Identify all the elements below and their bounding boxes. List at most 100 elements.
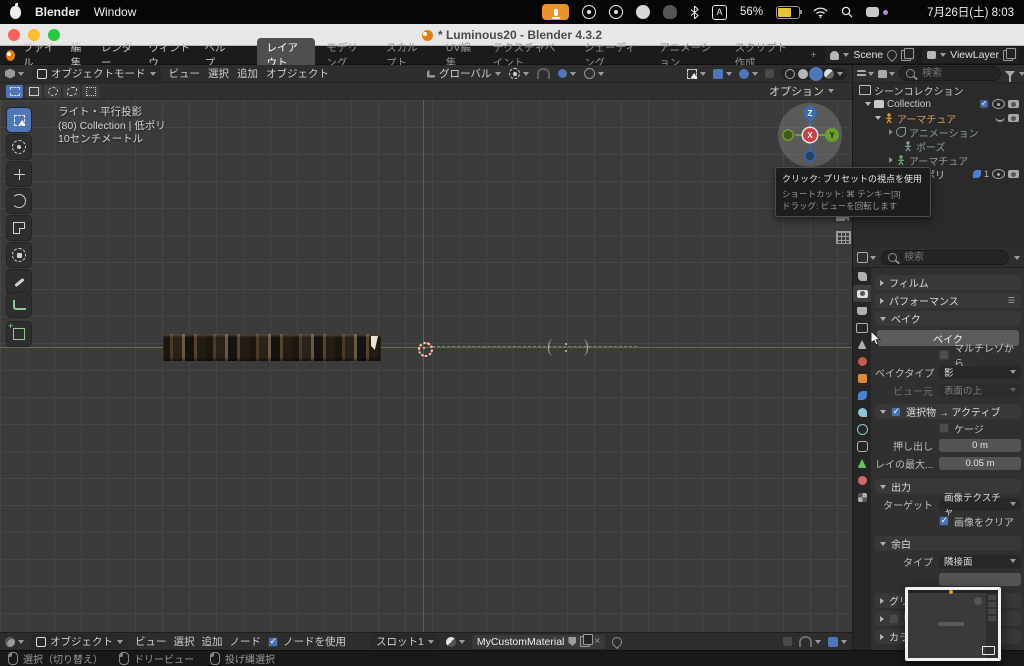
preset-list-icon[interactable]: ☰: [1008, 296, 1016, 305]
hide-eye-icon[interactable]: [992, 99, 1005, 109]
gizmo-y-axis[interactable]: Y: [825, 128, 839, 142]
clear-image-checkbox[interactable]: [939, 515, 949, 526]
render-visibility-icon[interactable]: [1008, 100, 1019, 108]
tab-object[interactable]: [853, 370, 871, 387]
gizmo-x-axis[interactable]: X: [803, 128, 817, 142]
menu-window[interactable]: Window: [94, 5, 137, 19]
collapse-icon[interactable]: [889, 157, 893, 163]
menu-add[interactable]: 追加: [237, 66, 258, 81]
node-snapping-dropdown[interactable]: [799, 636, 821, 647]
tab-object-data[interactable]: [853, 455, 871, 472]
select-mode-lasso-button[interactable]: [63, 84, 80, 98]
mode-dropdown[interactable]: オブジェクトモード: [32, 66, 161, 81]
tool-add-cube[interactable]: [7, 321, 31, 346]
outliner-row-armature[interactable]: アーマチュア: [853, 111, 1024, 126]
status-icon-1[interactable]: [582, 5, 597, 19]
tab-constraints[interactable]: [853, 438, 871, 455]
render-preview-toggle[interactable]: [765, 69, 774, 78]
margin-type-dropdown[interactable]: 隣接面: [939, 554, 1021, 568]
snap-toggle-icon[interactable]: [537, 68, 551, 79]
scene-selector[interactable]: Scene: [825, 47, 917, 63]
screen-share-preview-window[interactable]: [905, 587, 1001, 661]
expand-icon[interactable]: [875, 116, 881, 120]
properties-search[interactable]: [881, 250, 1009, 265]
unpin-icon[interactable]: [885, 47, 900, 63]
tab-modifiers[interactable]: [853, 387, 871, 404]
properties-editor-type[interactable]: [857, 252, 876, 263]
menu-select[interactable]: 選択: [174, 634, 195, 649]
cage-checkbox[interactable]: [939, 423, 949, 433]
view-layer-name[interactable]: ViewLayer: [950, 49, 999, 61]
max-ray-slider[interactable]: 0.05 m: [939, 456, 1021, 470]
use-nodes-checkbox[interactable]: [268, 636, 278, 647]
tool-transform[interactable]: [7, 243, 31, 267]
new-view-layer-icon[interactable]: [1003, 47, 1016, 61]
gizmo-z-axis[interactable]: Z: [803, 106, 817, 120]
xray-toggle[interactable]: [739, 68, 758, 79]
transform-orientation-dropdown[interactable]: グローバル: [427, 66, 502, 81]
select-mode-box-button[interactable]: [25, 84, 42, 98]
menu-node[interactable]: ノード: [230, 634, 262, 649]
render-visibility-icon[interactable]: [1008, 170, 1019, 178]
shading-wireframe-button[interactable]: [785, 68, 795, 79]
outliner-scope-dropdown[interactable]: [878, 69, 895, 78]
navigation-gizmo[interactable]: Z Y X: [778, 103, 842, 167]
material-name-field[interactable]: MyCustomMaterial ×: [471, 634, 606, 649]
tab-render[interactable]: [853, 285, 871, 302]
app-menu-blender[interactable]: Blender: [35, 5, 80, 19]
view-layer-selector[interactable]: ViewLayer: [922, 47, 1018, 63]
tool-measure[interactable]: [7, 293, 31, 317]
select-mode-circle-button[interactable]: [44, 84, 61, 98]
tool-rotate[interactable]: [7, 189, 31, 213]
screen-mirroring-icon[interactable]: [866, 7, 880, 17]
select-mode-tweak-button[interactable]: [6, 84, 23, 98]
collection-checkbox[interactable]: [979, 99, 989, 109]
show-overlays-dropdown[interactable]: [713, 68, 732, 79]
outliner-search[interactable]: [899, 66, 1001, 81]
node-overlays-dropdown[interactable]: [828, 636, 847, 647]
render-visibility-icon[interactable]: [1008, 114, 1019, 122]
bake-type-dropdown[interactable]: 影: [939, 365, 1021, 379]
menu-select[interactable]: 選択: [208, 66, 229, 81]
use-nodes-toggle[interactable]: ノードを使用: [268, 634, 346, 649]
panel-film[interactable]: フィルム: [875, 275, 1021, 290]
mesh-object-lowpoly[interactable]: [163, 334, 381, 361]
menu-view[interactable]: ビュー: [169, 66, 201, 81]
filter-icon[interactable]: [1005, 70, 1015, 82]
cage-checkbox-row[interactable]: ケージ: [939, 421, 1021, 436]
input-source-indicator[interactable]: A: [712, 4, 728, 20]
slot-dropdown[interactable]: スロット1: [371, 634, 439, 649]
hidden-eye-icon[interactable]: [995, 115, 1005, 122]
bluetooth-icon[interactable]: [690, 5, 699, 19]
outliner-row-armature-data[interactable]: アーマチュア: [853, 153, 1024, 168]
selected-to-active-checkbox[interactable]: [891, 406, 901, 417]
tab-material[interactable]: [853, 472, 871, 489]
tool-cursor[interactable]: [7, 135, 31, 159]
select-mode-extra-button[interactable]: [82, 84, 99, 98]
siri-icon[interactable]: [901, 6, 914, 19]
tab-particles[interactable]: [853, 404, 871, 421]
gizmo-y-negative[interactable]: [782, 129, 794, 141]
outliner-display-mode[interactable]: [857, 69, 874, 78]
outliner-row-scene-collection[interactable]: シーンコレクション: [853, 83, 1024, 98]
panel-performance[interactable]: パフォーマンス ☰: [875, 293, 1021, 308]
outliner-row-animation[interactable]: アニメーション: [853, 125, 1024, 140]
battery-icon[interactable]: [776, 5, 803, 19]
status-icon-2[interactable]: [609, 5, 624, 19]
gizmo-z-negative[interactable]: [804, 150, 816, 162]
unlink-material-icon[interactable]: ×: [594, 636, 600, 647]
hide-eye-icon[interactable]: [992, 169, 1005, 179]
shader-type-dropdown[interactable]: オブジェクト: [31, 634, 128, 649]
outliner-row-pose[interactable]: ポーズ: [853, 139, 1024, 154]
line-app-icon[interactable]: [636, 5, 651, 19]
tab-tool[interactable]: [853, 268, 871, 285]
viewport-options-dropdown[interactable]: オプション: [769, 83, 834, 99]
new-scene-icon[interactable]: [901, 47, 915, 61]
shell-app-icon[interactable]: [663, 5, 678, 19]
subpanel-margin[interactable]: 余白: [875, 536, 1021, 551]
fake-user-shield-icon[interactable]: [568, 637, 577, 646]
shader-editor-type[interactable]: [5, 636, 24, 647]
wifi-icon[interactable]: [813, 7, 828, 18]
collapse-icon[interactable]: [889, 129, 893, 135]
new-material-icon[interactable]: [580, 634, 594, 647]
